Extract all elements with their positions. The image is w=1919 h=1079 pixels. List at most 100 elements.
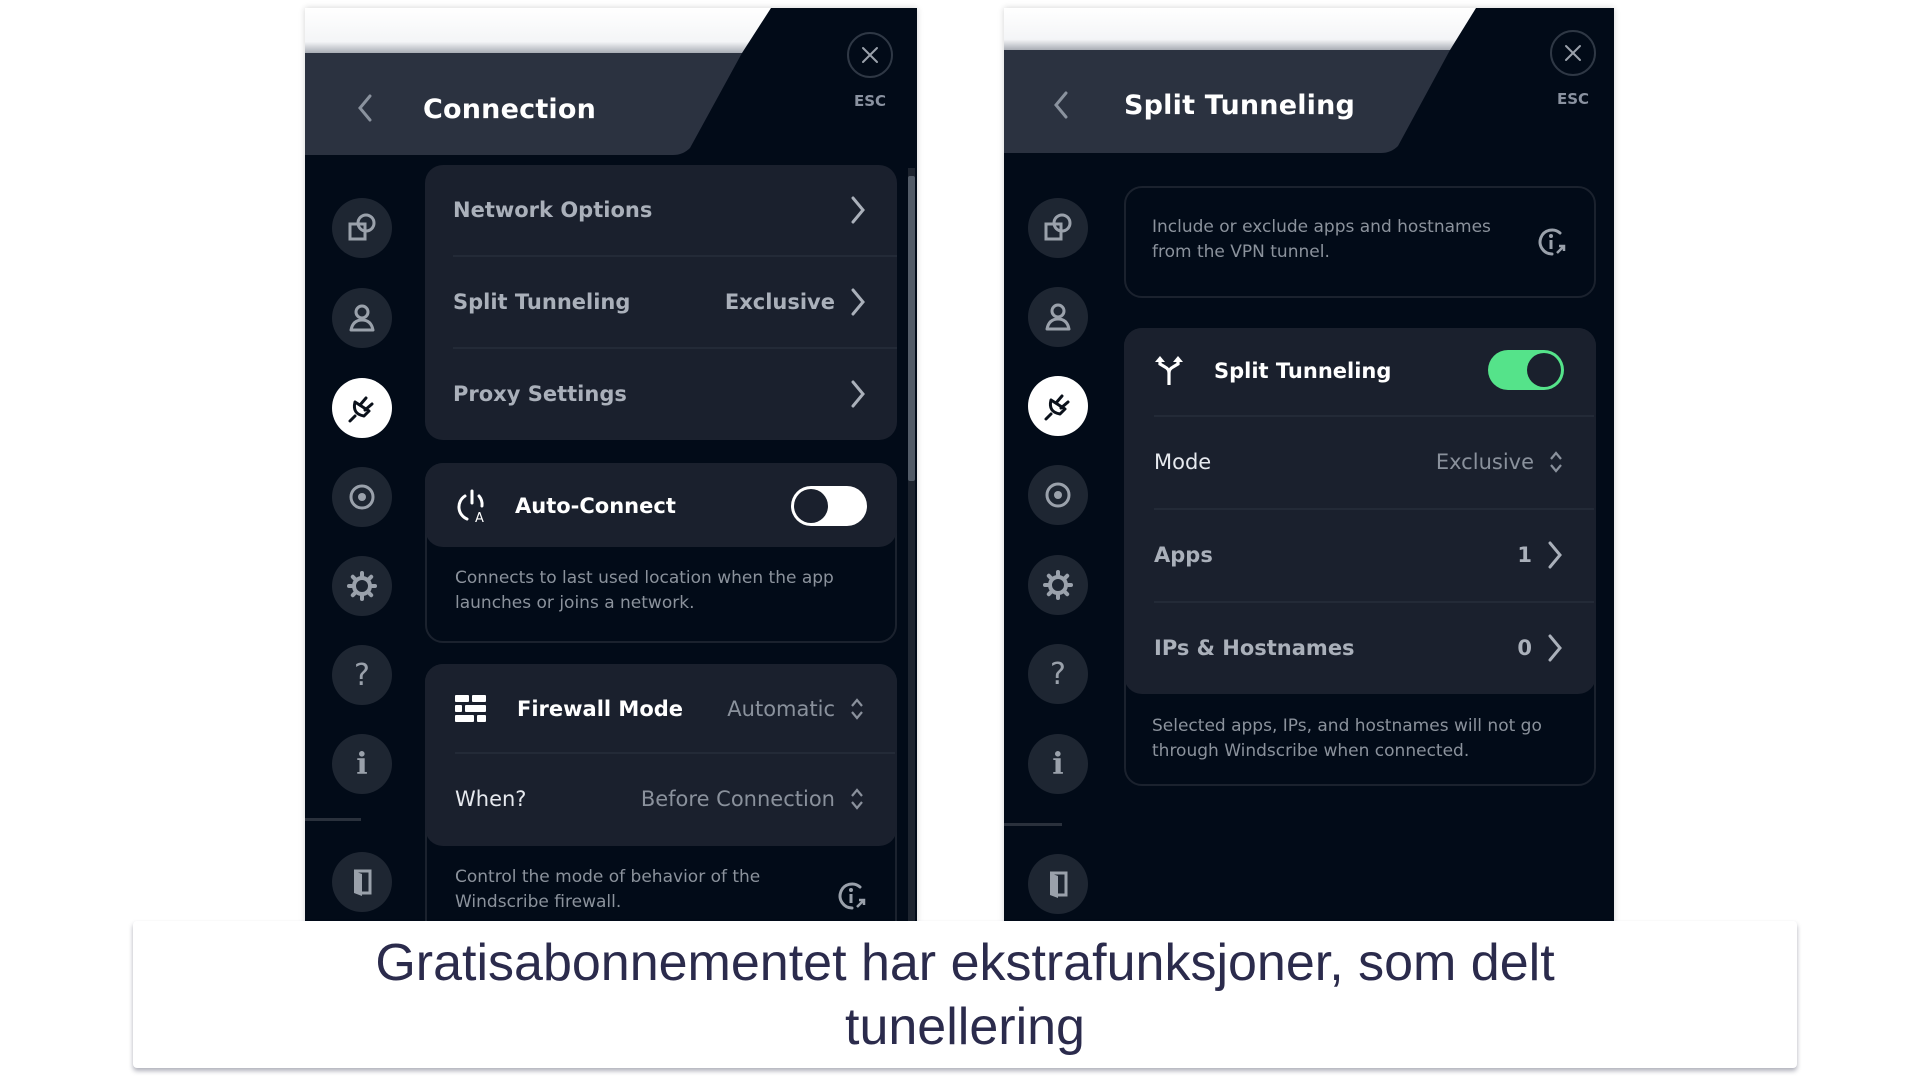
sidebar-about[interactable]: i [1028, 734, 1088, 794]
split-tunneling-panel: Split Tunneling ESC ? i Include or exclu… [1004, 8, 1614, 925]
network-options-row[interactable]: Network Options [425, 165, 897, 255]
apps-row[interactable]: Apps 1 [1126, 510, 1594, 600]
logout-door-icon [1050, 871, 1068, 898]
ips-hostnames-row[interactable]: IPs & Hostnames 0 [1126, 603, 1594, 693]
apps-count: 1 [1517, 543, 1532, 567]
firewall-mode-value: Automatic [727, 697, 835, 721]
scrollbar[interactable] [908, 168, 915, 925]
up-down-chevron-icon [1546, 448, 1566, 476]
auto-connect-toggle[interactable] [791, 486, 867, 526]
sidebar-robert[interactable] [1028, 465, 1088, 525]
esc-label: ESC [853, 92, 887, 110]
back-button[interactable] [1041, 85, 1081, 125]
info-link-icon[interactable] [1536, 226, 1568, 258]
split-tunneling-info-text: Include or exclude apps and hostnames fr… [1152, 217, 1491, 262]
auto-connect-label: Auto-Connect [515, 494, 676, 518]
svg-text:A: A [475, 511, 484, 524]
caption-text: Gratisabonnementet har ekstrafunksjoner,… [375, 933, 1555, 1056]
connection-plug-icon [1044, 394, 1070, 421]
page-title: Split Tunneling [1124, 90, 1356, 121]
chevron-right-icon [847, 379, 869, 409]
split-tunneling-description: Selected apps, IPs, and hostnames will n… [1152, 716, 1542, 761]
sidebar-robert[interactable] [332, 467, 392, 527]
sidebar-help[interactable]: ? [1028, 644, 1088, 704]
up-down-chevron-icon [847, 695, 867, 723]
auto-connect-icon: A [457, 489, 484, 524]
sidebar-account[interactable] [1028, 287, 1088, 347]
connection-plug-icon [348, 396, 374, 423]
page-title: Connection [423, 94, 597, 125]
sidebar-connection[interactable] [1028, 376, 1088, 436]
auto-connect-card: A Auto-Connect Connects to last used loc… [425, 463, 897, 643]
close-button[interactable] [1550, 30, 1596, 76]
firewall-mode-label: Firewall Mode [517, 697, 684, 721]
sidebar-connection-window[interactable] [332, 198, 392, 258]
gear-icon [347, 571, 377, 601]
sidebar-divider [1004, 823, 1062, 826]
ips-hostnames-label: IPs & Hostnames [1154, 636, 1355, 660]
mode-label: Mode [1154, 450, 1212, 474]
sidebar-about[interactable]: i [332, 734, 392, 794]
logout-door-icon [354, 869, 372, 896]
mode-row[interactable]: Mode Exclusive [1126, 417, 1594, 507]
sidebar-help[interactable]: ? [332, 645, 392, 705]
firewall-description: Control the mode of behavior of the Wind… [455, 867, 761, 912]
info-icon: i [356, 746, 368, 782]
firewall-card: Firewall Mode Automatic When? Before Con… [425, 664, 897, 925]
sidebar-logout[interactable] [1028, 854, 1088, 914]
split-tunneling-info-card: Include or exclude apps and hostnames fr… [1124, 186, 1596, 298]
firewall-mode-row[interactable]: Firewall Mode Automatic [427, 666, 895, 752]
sidebar-account[interactable] [332, 288, 392, 348]
info-icon: i [1052, 746, 1064, 782]
robert-icon [1045, 482, 1071, 508]
sidebar-connection-window[interactable] [1028, 198, 1088, 258]
connection-window-icon [1044, 213, 1072, 241]
sidebar-general-settings[interactable] [1028, 555, 1088, 615]
sidebar-connection[interactable] [332, 378, 392, 438]
sidebar-logout[interactable] [332, 852, 392, 912]
connection-menu-card: Network Options Split Tunneling Exclusiv… [425, 165, 897, 440]
split-arrows-icon [1155, 356, 1183, 385]
auto-connect-description: Connects to last used location when the … [455, 568, 834, 613]
apps-label: Apps [1154, 543, 1213, 567]
ips-hostnames-count: 0 [1517, 636, 1532, 660]
info-link-icon[interactable] [836, 880, 868, 912]
firewall-when-row[interactable]: When? Before Connection [427, 754, 895, 844]
firewall-icon [455, 695, 486, 722]
split-tunneling-label: Split Tunneling [453, 290, 631, 314]
mode-value: Exclusive [1435, 450, 1534, 474]
help-icon: ? [354, 657, 370, 693]
split-tunneling-label: Split Tunneling [1214, 359, 1392, 383]
split-tunneling-card: Split Tunneling Mode Exclusive Apps 1 IP… [1124, 328, 1596, 786]
chevron-right-icon [1544, 540, 1566, 570]
split-tunneling-row[interactable]: Split Tunneling Exclusive [425, 257, 897, 347]
close-button[interactable] [847, 32, 893, 78]
up-down-chevron-icon [847, 785, 867, 813]
account-icon [1045, 303, 1071, 331]
chevron-right-icon [847, 287, 869, 317]
robert-icon [349, 484, 375, 510]
proxy-settings-label: Proxy Settings [453, 382, 627, 406]
back-button[interactable] [345, 88, 385, 128]
when-label: When? [455, 787, 527, 811]
split-tunneling-value: Exclusive [724, 290, 835, 314]
help-icon: ? [1050, 656, 1066, 692]
gear-icon [1043, 570, 1073, 600]
split-tunneling-toggle[interactable] [1488, 350, 1564, 390]
when-value: Before Connection [640, 787, 835, 811]
close-icon [862, 47, 878, 63]
close-icon [1565, 45, 1581, 61]
scrollbar-thumb[interactable] [908, 176, 915, 481]
connection-settings-panel: Connection ESC ? i Network Options Split… [305, 8, 917, 925]
proxy-settings-row[interactable]: Proxy Settings [425, 349, 897, 439]
sidebar-divider [305, 818, 361, 821]
network-options-label: Network Options [453, 198, 653, 222]
account-icon [349, 304, 375, 332]
esc-label: ESC [1556, 90, 1590, 108]
chevron-left-icon [1054, 91, 1068, 119]
sidebar-general-settings[interactable] [332, 556, 392, 616]
chevron-left-icon [358, 94, 372, 122]
chevron-right-icon [847, 195, 869, 225]
caption-banner: Gratisabonnementet har ekstrafunksjoner,… [133, 921, 1797, 1068]
chevron-right-icon [1544, 633, 1566, 663]
